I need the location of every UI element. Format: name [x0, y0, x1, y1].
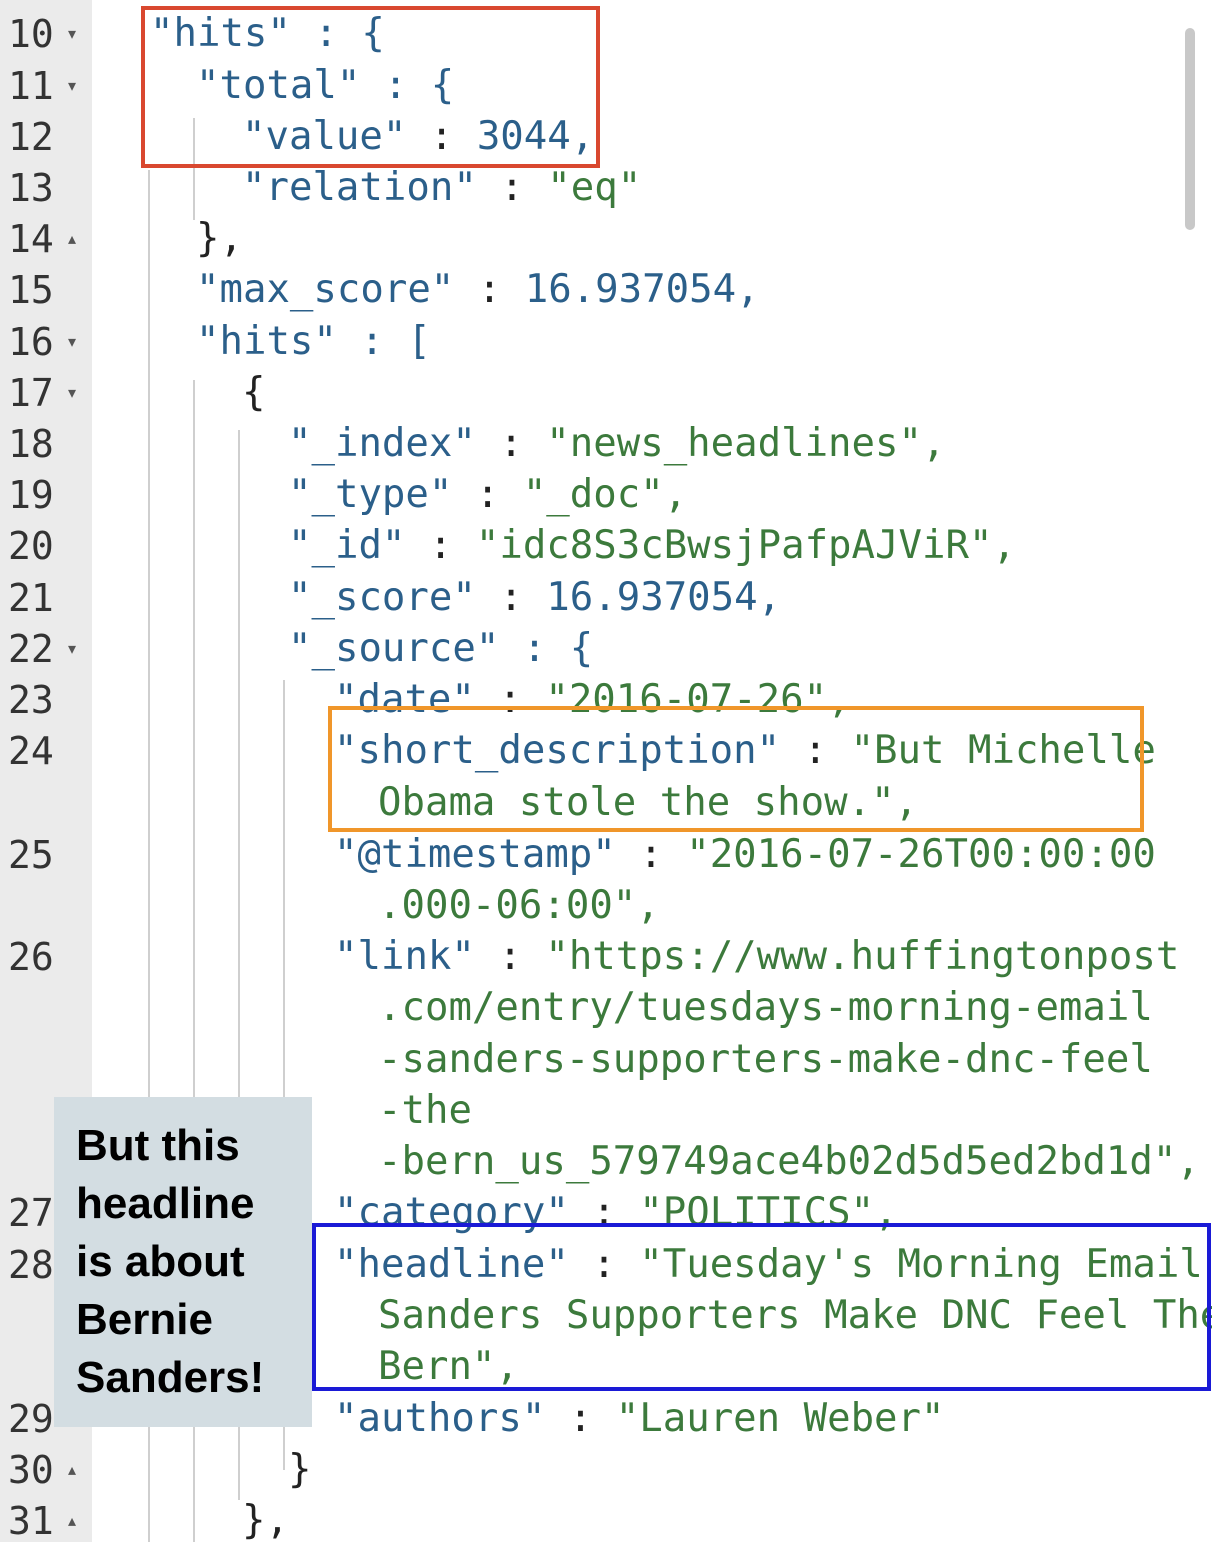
code-line-15: "max_score" : 16.937054,: [196, 267, 760, 312]
code-line-17: {: [242, 370, 266, 415]
line-number: 23: [8, 678, 54, 722]
code-line-26-wrap: -sanders-supporters-make-dnc-feel: [378, 1037, 1153, 1082]
fold-toggle-icon[interactable]: ▾: [68, 367, 76, 419]
json-key: "_score": [288, 575, 476, 620]
line-number: 10: [8, 12, 54, 56]
code-line-25-wrap: .000-06:00",: [378, 883, 660, 928]
code-line-25: "@timestamp" : "2016-07-26T00:00:00: [334, 832, 1156, 877]
fold-toggle-icon[interactable]: ▾: [68, 316, 76, 368]
code-line-26: "link" : "https://www.huffingtonpost: [334, 934, 1180, 979]
code-line-31: },: [242, 1498, 289, 1543]
line-number: 30: [8, 1448, 54, 1492]
json-value: "idc8S3cBwsjPafpAJViR",: [475, 523, 1016, 568]
line-number: 27: [8, 1191, 54, 1235]
line-number: 24: [8, 729, 54, 773]
line-number: 26: [8, 935, 54, 979]
json-key: "relation": [242, 165, 477, 210]
json-value: "eq": [547, 165, 642, 210]
code-line-30: }: [288, 1447, 312, 1492]
line-number: 14: [8, 217, 54, 261]
line-number: 17: [8, 371, 54, 415]
code-line-20: "_id" : "idc8S3cBwsjPafpAJViR",: [288, 523, 1016, 568]
line-number: 29: [8, 1397, 54, 1441]
line-number: 28: [8, 1243, 54, 1287]
json-key: "_id": [288, 523, 406, 568]
code-line-21: "_score" : 16.937054,: [288, 575, 782, 620]
total-hits-highlight-box: [141, 6, 600, 168]
code-line-26-wrap: .com/entry/tuesdays-morning-email: [378, 985, 1153, 1030]
line-number: 22: [8, 627, 54, 671]
json-key: "max_score": [196, 267, 455, 312]
json-key: "link": [334, 934, 475, 979]
vertical-scrollbar[interactable]: [1185, 28, 1195, 230]
code-line-18: "_index" : "news_headlines",: [288, 421, 946, 466]
line-number: 31: [8, 1499, 54, 1543]
code-line-22: "_source" : {: [288, 626, 594, 671]
line-number: 18: [8, 422, 54, 466]
json-value: "https://www.huffingtonpost: [545, 934, 1180, 979]
json-value: "news_headlines",: [546, 421, 946, 466]
line-number: 21: [8, 576, 54, 620]
line-number: 11: [8, 64, 54, 108]
line-number: 15: [8, 268, 54, 312]
json-key: "_index": [288, 421, 476, 466]
line-number: 13: [8, 166, 54, 210]
code-line-26-wrap: -bern_us_579749ace4b02d5d5ed2bd1d",: [378, 1139, 1200, 1184]
fold-toggle-icon[interactable]: ▴: [68, 1444, 76, 1496]
code-line-13: "relation" : "eq": [242, 165, 642, 210]
json-value: "_doc",: [522, 472, 688, 517]
line-number: 16: [8, 320, 54, 364]
fold-toggle-icon[interactable]: ▾: [68, 8, 76, 60]
json-value: "2016-07-26T00:00:00: [686, 832, 1156, 877]
annotation-callout: But this headline is about Bernie Sander…: [54, 1097, 312, 1427]
code-line-16: "hits" : [: [196, 319, 431, 364]
short-description-highlight-box: [328, 706, 1144, 832]
json-value: 16.937054,: [524, 267, 760, 312]
json-key: "_type": [288, 472, 453, 517]
code-line-26-wrap: -the: [378, 1088, 472, 1133]
code-line-14: },: [196, 216, 243, 261]
code-line-19: "_type" : "_doc",: [288, 472, 688, 517]
line-number: 12: [8, 115, 54, 159]
fold-toggle-icon[interactable]: ▾: [68, 60, 76, 112]
fold-toggle-icon[interactable]: ▴: [68, 1495, 76, 1547]
callout-text: But this headline is about Bernie Sander…: [76, 1121, 265, 1402]
line-number: 19: [8, 473, 54, 517]
fold-toggle-icon[interactable]: ▴: [68, 213, 76, 265]
fold-toggle-icon[interactable]: ▾: [68, 623, 76, 675]
line-number: 25: [8, 833, 54, 877]
json-value: "Lauren Weber": [615, 1396, 945, 1441]
json-editor[interactable]: 10 ▾ "hits" : { 11 ▾ "total" : { 12 "val…: [0, 0, 1212, 1543]
headline-highlight-box: [312, 1223, 1211, 1391]
json-value: 16.937054,: [546, 575, 782, 620]
code-line-29: "authors" : "Lauren Weber": [334, 1396, 945, 1441]
line-number: 20: [8, 524, 54, 568]
json-key: "authors": [334, 1396, 546, 1441]
json-key: "@timestamp": [334, 832, 616, 877]
